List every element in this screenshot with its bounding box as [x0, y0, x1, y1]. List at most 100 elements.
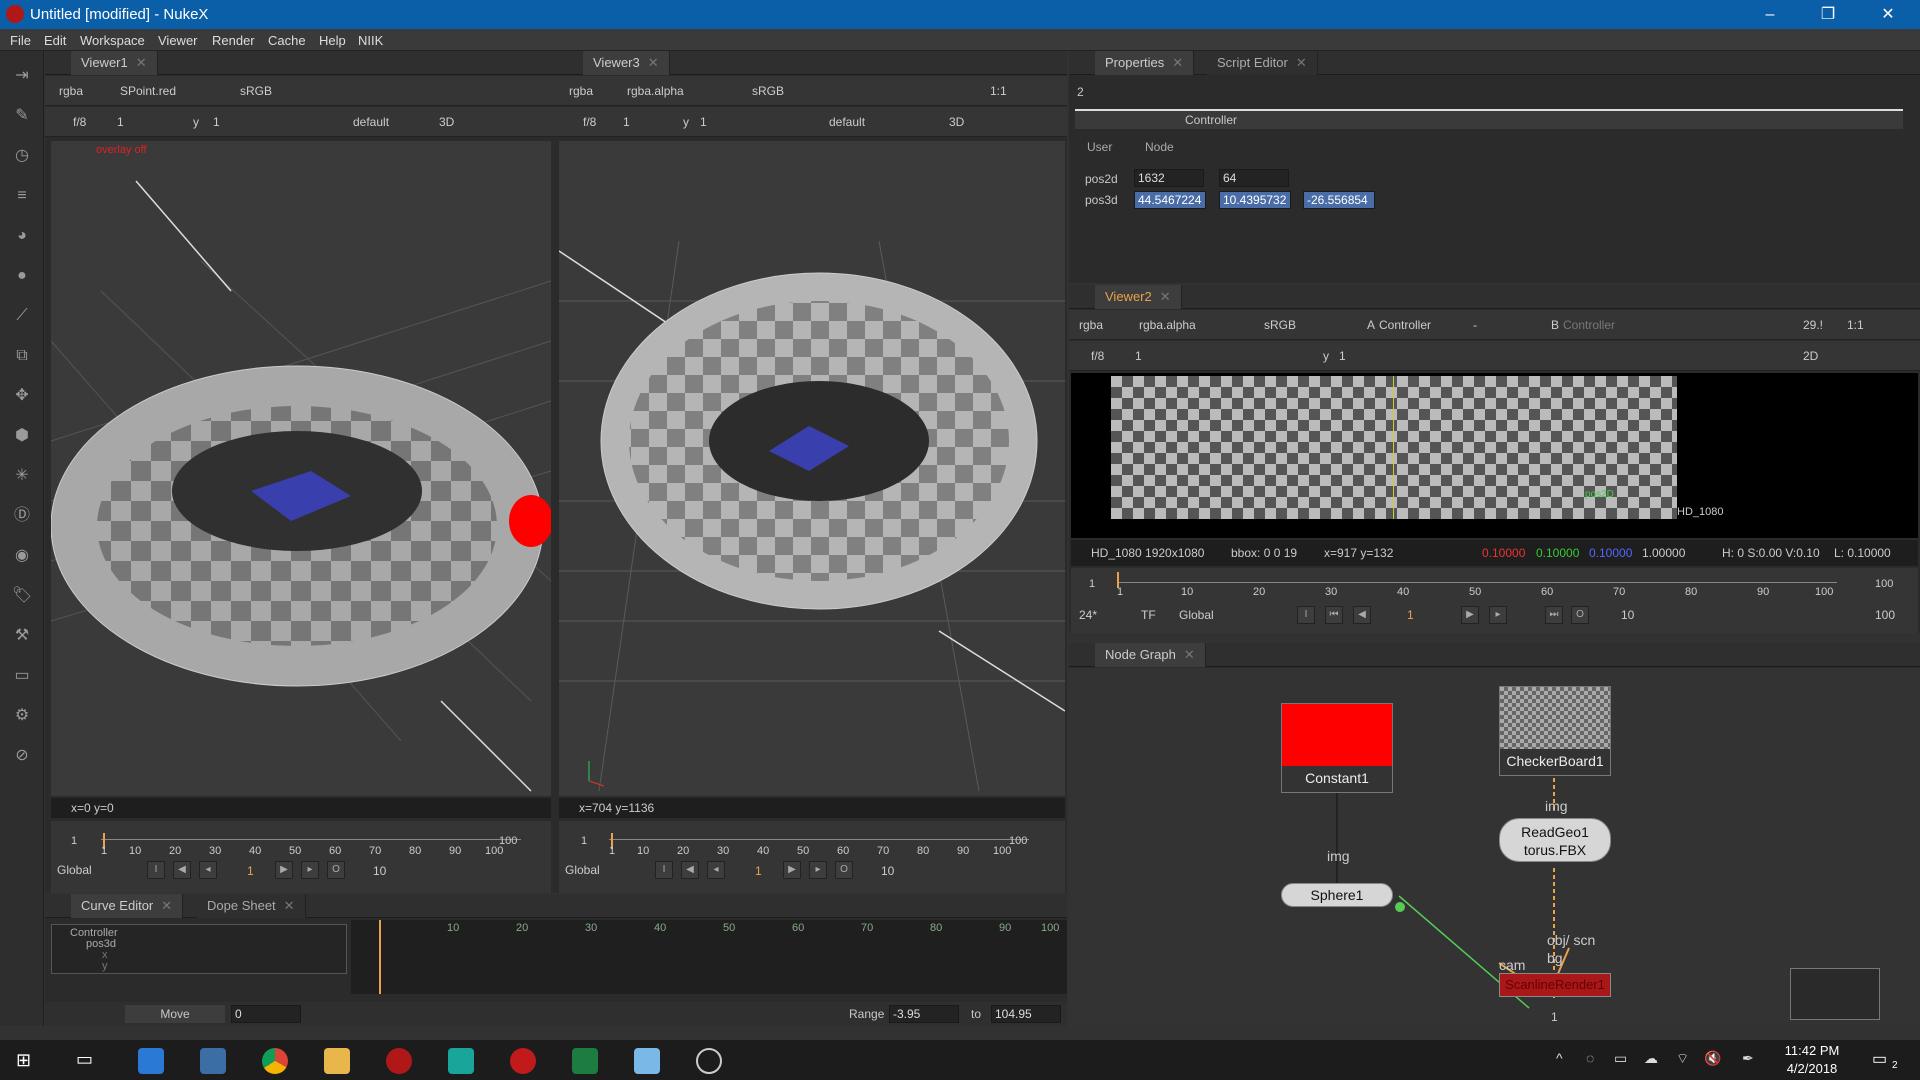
- playhead[interactable]: [379, 920, 381, 994]
- end-frame[interactable]: 100: [1009, 835, 1027, 847]
- menu-cache[interactable]: Cache: [268, 33, 306, 48]
- y-field[interactable]: 1: [213, 115, 220, 129]
- node-graph-canvas[interactable]: Constant1 CheckerBoard1 img ReadGeo1 tor…: [1069, 668, 1920, 1026]
- 3d-icon[interactable]: ⬢: [11, 425, 33, 447]
- current-frame[interactable]: 1: [755, 864, 762, 878]
- close-icon[interactable]: ✕: [1160, 289, 1171, 304]
- zoom-select[interactable]: 1:1: [990, 84, 1007, 98]
- timeline-ruler[interactable]: 1 10 20 30 40 50 60 70 80 90 100: [101, 827, 521, 857]
- lut-select[interactable]: default: [829, 115, 865, 129]
- wipe-line[interactable]: [1393, 376, 1394, 519]
- start-frame[interactable]: 1: [71, 835, 77, 847]
- scope-select[interactable]: Global: [57, 863, 92, 877]
- tab-viewer3[interactable]: Viewer3 ✕: [583, 51, 670, 75]
- obs-icon[interactable]: [696, 1048, 722, 1074]
- out-point-button[interactable]: O: [327, 861, 345, 879]
- tab-script-editor[interactable]: Script Editor ✕: [1207, 51, 1318, 75]
- viewer1-timeline[interactable]: 1 1 10 20 30 40 50 60 70 80 90 100 100 G…: [51, 821, 551, 893]
- layer-select[interactable]: rgba.alpha: [627, 84, 684, 98]
- cloud-icon[interactable]: ☁: [1644, 1050, 1658, 1067]
- step-field[interactable]: 10: [373, 864, 386, 878]
- channels-select[interactable]: rgba: [1079, 318, 1103, 332]
- lut-select[interactable]: default: [353, 115, 389, 129]
- next-key-icon[interactable]: ▸: [809, 861, 827, 879]
- battery-icon[interactable]: ▭: [1614, 1050, 1627, 1067]
- panel-count[interactable]: 2: [1077, 85, 1084, 99]
- 3dsmax-icon[interactable]: [448, 1048, 474, 1074]
- zoom-select[interactable]: 1:1: [1847, 318, 1864, 332]
- other-icon[interactable]: ▭: [11, 665, 33, 687]
- wifi-icon[interactable]: ⌔: [1676, 1050, 1689, 1068]
- maximize-button[interactable]: ❐: [1800, 0, 1856, 29]
- in-point-button[interactable]: I: [1297, 606, 1315, 624]
- tree-item[interactable]: y: [102, 960, 108, 972]
- frame-field[interactable]: 1: [117, 115, 124, 129]
- frame-field[interactable]: 1: [1135, 349, 1142, 363]
- prev-key-icon[interactable]: ◀: [1353, 606, 1371, 624]
- move-field[interactable]: 0: [231, 1005, 301, 1023]
- tab-viewer2[interactable]: Viewer2 ✕: [1095, 285, 1182, 309]
- readgeo-node[interactable]: ReadGeo1 torus.FBX: [1499, 818, 1611, 862]
- tab-properties[interactable]: Properties ✕: [1095, 51, 1195, 75]
- move-button[interactable]: Move: [125, 1005, 225, 1023]
- play-icon[interactable]: ▶: [1461, 606, 1479, 624]
- layer-select[interactable]: rgba.alpha: [1139, 318, 1196, 332]
- a-input-select[interactable]: Controller: [1379, 318, 1431, 332]
- close-icon[interactable]: ✕: [136, 55, 147, 70]
- next-frame-icon[interactable]: ▸: [1489, 606, 1507, 624]
- first-frame-icon[interactable]: ⏮: [1325, 606, 1343, 624]
- pos3d-x-field[interactable]: 44.5467224: [1134, 191, 1206, 209]
- menu-viewer[interactable]: Viewer: [158, 33, 198, 48]
- curve-tree[interactable]: Controller pos3d x y: [51, 924, 347, 974]
- clock-time[interactable]: 11:42 PM: [1772, 1043, 1852, 1058]
- timeline-ruler[interactable]: 1 10 20 30 40 50 60 70 80 90 100: [609, 827, 1029, 857]
- b-input-select[interactable]: Controller: [1563, 318, 1615, 332]
- play-icon[interactable]: ▶: [275, 861, 293, 879]
- task-view-icon[interactable]: ▭: [76, 1049, 93, 1070]
- plugins-icon[interactable]: ⊘: [11, 745, 33, 767]
- play-icon[interactable]: ▶: [783, 861, 801, 879]
- filter-icon[interactable]: ●: [11, 265, 33, 287]
- node-name-field[interactable]: Controller: [1185, 113, 1237, 127]
- pos2d-handle[interactable]: pos2D: [1585, 489, 1614, 500]
- views-icon[interactable]: ◉: [11, 545, 33, 567]
- viewer1-viewport[interactable]: overlay off: [51, 141, 551, 796]
- draw-icon[interactable]: ✎: [11, 105, 33, 127]
- scanline-render-node[interactable]: ScanlineRender1: [1499, 973, 1611, 997]
- current-frame[interactable]: 1: [247, 864, 254, 878]
- minimize-button[interactable]: –: [1742, 0, 1798, 29]
- pos2d-x-field[interactable]: 1632: [1134, 169, 1204, 187]
- fps-select[interactable]: 24*: [1079, 608, 1097, 622]
- frame-field[interactable]: 1: [623, 115, 630, 129]
- step-back-icon[interactable]: ◂: [199, 861, 217, 879]
- close-icon[interactable]: ✕: [1184, 647, 1195, 662]
- menu-workspace[interactable]: Workspace: [80, 33, 145, 48]
- close-icon[interactable]: ✕: [648, 55, 659, 70]
- step-field[interactable]: 10: [881, 864, 894, 878]
- out-point-button[interactable]: O: [1571, 606, 1589, 624]
- pos2d-y-field[interactable]: 64: [1219, 169, 1289, 187]
- start-frame[interactable]: 1: [1089, 578, 1095, 590]
- prev-key-icon[interactable]: ◀: [173, 861, 191, 879]
- channel-icon[interactable]: ≡: [11, 185, 33, 207]
- output-dot[interactable]: [1395, 902, 1405, 912]
- clock-date[interactable]: 4/2/2018: [1772, 1061, 1852, 1076]
- viewer3-timeline[interactable]: 1 1 10 20 30 40 50 60 70 80 90 100 100 G…: [559, 821, 1065, 893]
- y-field[interactable]: 1: [700, 115, 707, 129]
- mode-select[interactable]: 3D: [949, 115, 964, 129]
- nukex-icon[interactable]: [510, 1048, 536, 1074]
- tf-select[interactable]: TF: [1141, 608, 1156, 622]
- toolsets-icon[interactable]: ⚒: [11, 625, 33, 647]
- pen-icon[interactable]: ✒: [1742, 1050, 1754, 1067]
- mode-select[interactable]: 2D: [1803, 349, 1818, 363]
- range-to-field[interactable]: 104.95: [991, 1005, 1061, 1023]
- scope-select[interactable]: Global: [565, 863, 600, 877]
- keyer-icon[interactable]: ⟋: [11, 305, 33, 327]
- color-icon[interactable]: ◕: [11, 225, 33, 247]
- layer-select[interactable]: SPoint.red: [120, 84, 176, 98]
- viewer2-viewport[interactable]: pos2D HD_1080: [1071, 373, 1918, 538]
- pycharm-icon[interactable]: [572, 1048, 598, 1074]
- viewer3-viewport[interactable]: [559, 141, 1065, 796]
- tab-curve-editor[interactable]: Curve Editor ✕: [71, 894, 184, 918]
- menu-niik[interactable]: NIIK: [358, 33, 383, 48]
